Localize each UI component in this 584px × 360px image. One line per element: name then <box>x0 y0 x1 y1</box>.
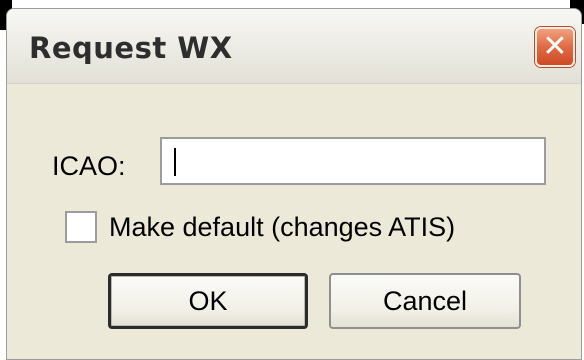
close-icon: ✕ <box>542 29 568 64</box>
title-bar[interactable]: Request WX ✕ <box>7 9 581 84</box>
make-default-label[interactable]: Make default (changes ATIS) <box>109 212 455 243</box>
text-caret <box>174 148 176 176</box>
icao-input[interactable] <box>160 137 546 185</box>
cancel-button[interactable]: Cancel <box>329 273 521 329</box>
ok-button[interactable]: OK <box>108 273 308 329</box>
dialog-title: Request WX <box>29 31 233 65</box>
make-default-checkbox[interactable] <box>65 211 97 243</box>
close-button[interactable]: ✕ <box>535 27 575 67</box>
icao-label: ICAO: <box>52 151 126 181</box>
request-wx-dialog: Request WX ✕ ICAO: Make default (changes… <box>6 8 582 360</box>
